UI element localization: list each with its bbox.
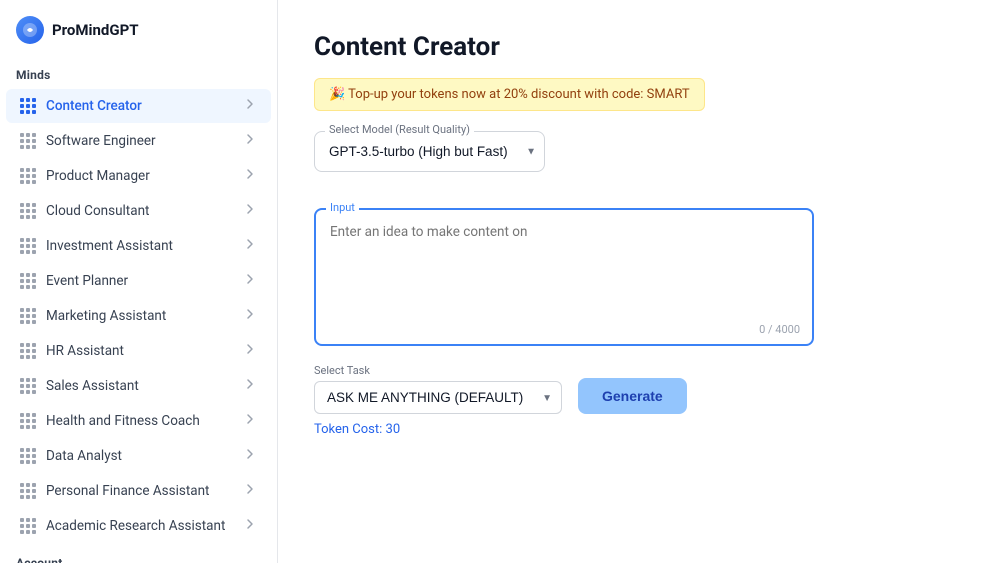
sidebar-item-label: Event Planner — [46, 273, 233, 289]
promo-banner: 🎉 Top-up your tokens now at 20% discount… — [314, 78, 705, 111]
chevron-right-icon — [243, 342, 257, 360]
chevron-right-icon — [243, 237, 257, 255]
model-select-section: Select Model (Result Quality) GPT-3.5-tu… — [314, 131, 964, 190]
model-field-label: Select Model (Result Quality) — [325, 123, 474, 136]
generate-button[interactable]: Generate — [578, 378, 687, 414]
sidebar-item-label: Software Engineer — [46, 133, 233, 149]
sidebar-item-software-engineer[interactable]: Software Engineer — [6, 124, 271, 158]
grid-icon — [20, 483, 36, 499]
input-section: Input 0 / 4000 — [314, 208, 964, 346]
chevron-right-icon — [243, 167, 257, 185]
task-select-field: Select Task ASK ME ANYTHING (DEFAULT)Blo… — [314, 364, 562, 414]
logo-text: ProMindGPT — [52, 21, 139, 39]
grid-icon — [20, 203, 36, 219]
chevron-right-icon — [243, 517, 257, 535]
sidebar-item-hr-assistant[interactable]: HR Assistant — [6, 334, 271, 368]
sidebar-item-health-fitness-coach[interactable]: Health and Fitness Coach — [6, 404, 271, 438]
chevron-right-icon — [243, 202, 257, 220]
task-field-label: Select Task — [314, 364, 562, 377]
grid-icon — [20, 133, 36, 149]
input-label: Input — [326, 201, 359, 214]
sidebar-item-label: Content Creator — [46, 98, 233, 114]
chevron-right-icon — [243, 132, 257, 150]
chevron-right-icon — [243, 482, 257, 500]
sidebar-item-label: Health and Fitness Coach — [46, 413, 233, 429]
logo-icon — [16, 16, 44, 44]
sidebar-item-label: Marketing Assistant — [46, 308, 233, 324]
chevron-right-icon — [243, 307, 257, 325]
sidebar-minds-list: Content Creator Software Engineer Product … — [0, 88, 277, 544]
sidebar-item-data-analyst[interactable]: Data Analyst — [6, 439, 271, 473]
chevron-right-icon — [243, 447, 257, 465]
sidebar-item-label: HR Assistant — [46, 343, 233, 359]
account-section-label: Account — [0, 544, 277, 563]
grid-icon — [20, 378, 36, 394]
chevron-right-icon — [243, 412, 257, 430]
main-content: Content Creator 🎉 Top-up your tokens now… — [278, 0, 1000, 563]
sidebar-item-label: Academic Research Assistant — [46, 518, 233, 534]
sidebar-item-label: Product Manager — [46, 168, 233, 184]
sidebar-item-label: Sales Assistant — [46, 378, 233, 394]
chevron-right-icon — [243, 272, 257, 290]
model-select[interactable]: GPT-3.5-turbo (High but Fast)GPT-4 (High… — [319, 136, 540, 167]
minds-section-label: Minds — [0, 56, 277, 88]
input-box: Input 0 / 4000 — [314, 208, 814, 346]
token-cost: Token Cost: 30 — [314, 422, 964, 437]
task-row: Select Task ASK ME ANYTHING (DEFAULT)Blo… — [314, 364, 964, 414]
sidebar-item-label: Cloud Consultant — [46, 203, 233, 219]
sidebar-item-marketing-assistant[interactable]: Marketing Assistant — [6, 299, 271, 333]
sidebar: ProMindGPT Minds Content Creator Software… — [0, 0, 278, 563]
sidebar-item-event-planner[interactable]: Event Planner — [6, 264, 271, 298]
grid-icon — [20, 273, 36, 289]
grid-icon — [20, 413, 36, 429]
char-count: 0 / 4000 — [759, 323, 800, 336]
sidebar-item-academic-research-assistant[interactable]: Academic Research Assistant — [6, 509, 271, 543]
grid-icon — [20, 308, 36, 324]
chevron-right-icon — [243, 97, 257, 115]
grid-icon — [20, 518, 36, 534]
sidebar-item-label: Personal Finance Assistant — [46, 483, 233, 499]
input-textarea[interactable] — [316, 210, 812, 340]
sidebar-item-product-manager[interactable]: Product Manager — [6, 159, 271, 193]
sidebar-item-sales-assistant[interactable]: Sales Assistant — [6, 369, 271, 403]
grid-icon — [20, 168, 36, 184]
sidebar-item-investment-assistant[interactable]: Investment Assistant — [6, 229, 271, 263]
sidebar-item-label: Investment Assistant — [46, 238, 233, 254]
chevron-right-icon — [243, 377, 257, 395]
task-select[interactable]: ASK ME ANYTHING (DEFAULT)Blog PostSocial… — [314, 381, 562, 414]
sidebar-item-content-creator[interactable]: Content Creator — [6, 89, 271, 123]
grid-icon — [20, 343, 36, 359]
page-title: Content Creator — [314, 32, 964, 62]
grid-icon — [20, 448, 36, 464]
model-select-fieldset: Select Model (Result Quality) GPT-3.5-tu… — [314, 131, 545, 172]
grid-icon — [20, 98, 36, 114]
sidebar-item-label: Data Analyst — [46, 448, 233, 464]
grid-icon — [20, 238, 36, 254]
sidebar-item-personal-finance-assistant[interactable]: Personal Finance Assistant — [6, 474, 271, 508]
sidebar-item-cloud-consultant[interactable]: Cloud Consultant — [6, 194, 271, 228]
logo-area: ProMindGPT — [0, 0, 277, 56]
